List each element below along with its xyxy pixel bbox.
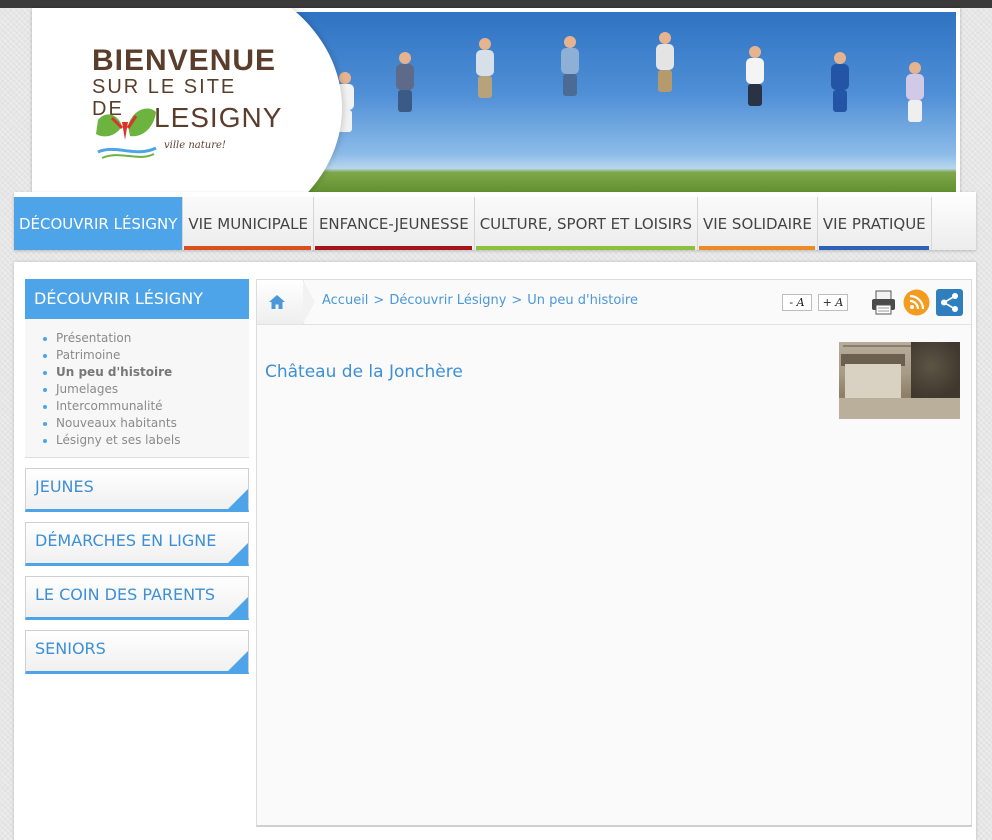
- breadcrumb-accueil[interactable]: Accueil: [322, 293, 368, 308]
- breadcrumb-separator: >: [511, 293, 523, 308]
- jumping-person: [902, 62, 928, 122]
- nav-item-vie-municipale[interactable]: VIE MUNICIPALE: [183, 197, 314, 250]
- page-tools: - A + A: [782, 286, 963, 318]
- main-content: Accueil > Découvrir Lésigny > Un peu d'histo…: [256, 279, 972, 827]
- sidebar-box-label: DÉMARCHES EN LIGNE: [35, 531, 217, 550]
- corner-triangle-icon: [228, 651, 248, 671]
- sidebar-item-un-peu-d-histoire[interactable]: Un peu d'histoire: [43, 364, 249, 381]
- sidebar: DÉCOUVRIR LÉSIGNY Présentation Patrimoin…: [25, 279, 249, 674]
- butterfly-logo-icon: [96, 108, 157, 159]
- header-banner-photo: [292, 12, 956, 194]
- share-icon[interactable]: [936, 288, 963, 316]
- print-icon[interactable]: [870, 289, 897, 316]
- top-bar: [0, 0, 992, 8]
- chateau-thumbnail-image[interactable]: [839, 342, 960, 419]
- logo-tagline: ville nature!: [164, 140, 226, 151]
- sidebar-box-label: LE COIN DES PARENTS: [35, 585, 216, 604]
- jumping-person: [557, 36, 583, 96]
- sidebar-menu: Présentation Patrimoine Un peu d'histoir…: [25, 319, 249, 458]
- nav-item-decouvrir[interactable]: DÉCOUVRIR LÉSIGNY: [14, 197, 184, 250]
- article-title: Château de la Jonchère: [265, 362, 463, 382]
- page-body: DÉCOUVRIR LÉSIGNY Présentation Patrimoin…: [14, 262, 976, 840]
- jumping-person: [742, 46, 768, 106]
- corner-triangle-icon: [228, 597, 248, 617]
- breadcrumb-current[interactable]: Un peu d'histoire: [527, 293, 638, 308]
- sidebar-box-label: SENIORS: [35, 639, 106, 658]
- breadcrumb-separator: >: [373, 293, 385, 308]
- font-increase-button[interactable]: + A: [818, 293, 848, 311]
- sidebar-box-jeunes[interactable]: JEUNES: [25, 468, 249, 512]
- nav-item-vie-pratique[interactable]: VIE PRATIQUE: [817, 197, 932, 250]
- welcome-line1: BIENVENUE: [92, 44, 277, 77]
- rss-icon[interactable]: [903, 289, 930, 316]
- jumping-person: [392, 52, 418, 112]
- lesigny-logo[interactable]: LESIGNY ville nature!: [92, 100, 282, 166]
- breadcrumb-decouvrir[interactable]: Découvrir Lésigny: [389, 293, 506, 308]
- home-icon: [269, 295, 285, 309]
- corner-triangle-icon: [228, 489, 248, 509]
- jumping-person: [472, 38, 498, 98]
- sidebar-title: DÉCOUVRIR LÉSIGNY: [25, 279, 249, 319]
- font-decrease-button[interactable]: - A: [782, 293, 812, 311]
- sidebar-item-nouveaux-habitants[interactable]: Nouveaux habitants: [43, 415, 249, 432]
- sidebar-box-label: JEUNES: [35, 477, 94, 496]
- jumping-person: [827, 52, 853, 112]
- nav-bar: DÉCOUVRIR LÉSIGNY VIE MUNICIPALE ENFANCE…: [14, 197, 932, 250]
- site-header: BIENVENUE SUR LE SITE DE LESIGNY ville n…: [32, 8, 960, 196]
- home-link[interactable]: [257, 280, 315, 324]
- corner-triangle-icon: [228, 543, 248, 563]
- main-navigation: DÉCOUVRIR LÉSIGNY VIE MUNICIPALE ENFANCE…: [14, 192, 976, 250]
- sidebar-box-coin-des-parents[interactable]: LE COIN DES PARENTS: [25, 576, 249, 620]
- breadcrumb: Accueil > Découvrir Lésigny > Un peu d'histo…: [322, 293, 638, 308]
- jumping-person: [652, 32, 678, 92]
- logo-name: LESIGNY: [154, 102, 283, 133]
- nav-item-enfance-jeunesse[interactable]: ENFANCE-JEUNESSE: [313, 197, 475, 250]
- sidebar-item-presentation[interactable]: Présentation: [43, 330, 249, 347]
- sidebar-item-labels[interactable]: Lésigny et ses labels: [43, 432, 249, 449]
- nav-item-culture-sport-loisirs[interactable]: CULTURE, SPORT ET LOISIRS: [474, 197, 698, 250]
- sidebar-item-patrimoine[interactable]: Patrimoine: [43, 347, 249, 364]
- sidebar-box-seniors[interactable]: SENIORS: [25, 630, 249, 674]
- sidebar-item-jumelages[interactable]: Jumelages: [43, 381, 249, 398]
- breadcrumb-bar: Accueil > Découvrir Lésigny > Un peu d'histo…: [257, 280, 971, 325]
- sidebar-box-demarches[interactable]: DÉMARCHES EN LIGNE: [25, 522, 249, 566]
- sidebar-item-intercommunalite[interactable]: Intercommunalité: [43, 398, 249, 415]
- nav-item-vie-solidaire[interactable]: VIE SOLIDAIRE: [698, 197, 818, 250]
